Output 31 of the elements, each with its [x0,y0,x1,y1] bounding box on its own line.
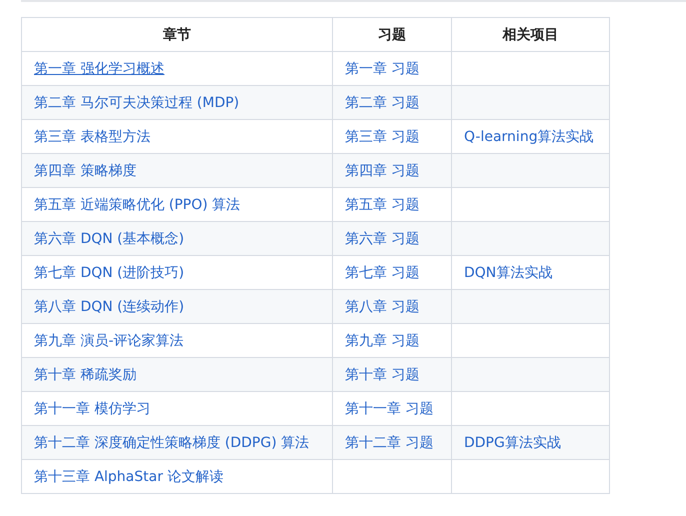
chapter-link[interactable]: 第六章 DQN (基本概念) [34,230,184,246]
chapter-link[interactable]: 第三章 表格型方法 [34,128,150,144]
chapter-link[interactable]: 第二章 马尔可夫决策过程 (MDP) [34,94,240,110]
chapter-link[interactable]: 第七章 DQN (进阶技巧) [34,264,184,280]
exercise-link[interactable]: 第二章 习题 [345,94,420,110]
exercise-link[interactable]: 第七章 习题 [345,264,420,280]
exercise-link[interactable]: 第六章 习题 [345,230,420,246]
chapter-link[interactable]: 第五章 近端策略优化 (PPO) 算法 [34,196,240,212]
exercise-link[interactable]: 第一章 习题 [345,60,420,76]
column-header: 习题 [332,18,452,52]
exercise-link[interactable]: 第四章 习题 [345,162,420,178]
column-header: 相关项目 [452,18,610,52]
exercise-link[interactable]: 第十二章 习题 [345,434,434,450]
chapter-link[interactable]: 第十一章 模仿学习 [34,400,150,416]
chapter-link[interactable]: 第一章 强化学习概述 [34,60,164,76]
column-header: 章节 [22,18,332,52]
exercise-link[interactable]: 第十章 习题 [345,366,420,382]
project-link[interactable]: Q-learning算法实战 [464,128,594,144]
exercise-link[interactable]: 第三章 习题 [345,128,420,144]
project-link[interactable]: DDPG算法实战 [464,434,561,450]
chapter-link[interactable]: 第九章 演员-评论家算法 [34,332,184,348]
chapter-link[interactable]: 第十章 稀疏奖励 [34,366,136,382]
chapter-link[interactable]: 第四章 策略梯度 [34,162,136,178]
chapter-link[interactable]: 第八章 DQN (连续动作) [34,298,184,314]
exercise-link[interactable]: 第九章 习题 [345,332,420,348]
exercise-link[interactable]: 第八章 习题 [345,298,420,314]
exercise-link[interactable]: 第五章 习题 [345,196,420,212]
project-link[interactable]: DQN算法实战 [464,264,552,280]
exercise-link[interactable]: 第十一章 习题 [345,400,434,416]
chapter-link[interactable]: 第十三章 AlphaStar 论文解读 [34,468,224,484]
chapter-link[interactable]: 第十二章 深度确定性策略梯度 (DDPG) 算法 [34,434,310,450]
